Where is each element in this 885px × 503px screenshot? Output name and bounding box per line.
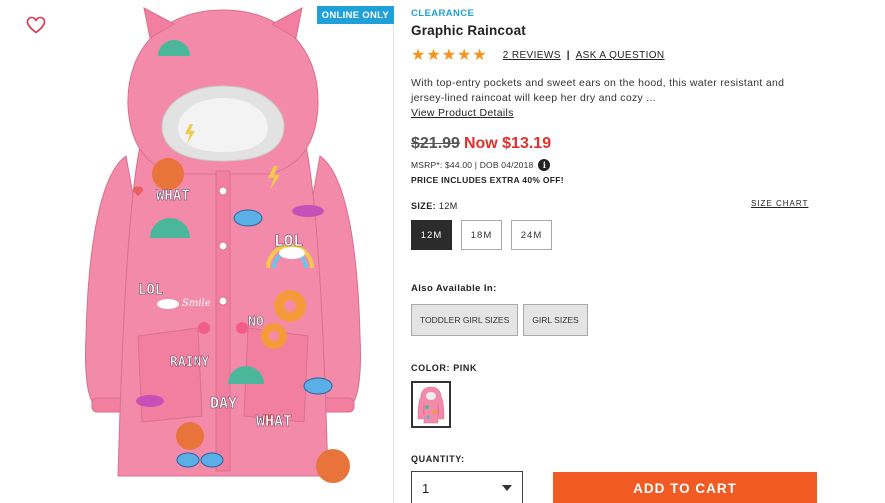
raincoat-illustration: WHAT LOL NO DAY RAINY LOL WHAT Smile bbox=[85, 7, 361, 483]
product-photo[interactable]: WHAT LOL NO DAY RAINY LOL WHAT Smile bbox=[78, 6, 368, 503]
size-options: 12M 18M 24M bbox=[411, 220, 552, 250]
price-row: $21.99 Now $13.19 bbox=[411, 135, 551, 153]
heart-outline-icon[interactable] bbox=[26, 16, 46, 34]
print-word: Smile bbox=[182, 298, 211, 309]
star-rating: ★ ★ ★ ★ ★ bbox=[411, 47, 487, 63]
caret-down-icon bbox=[502, 485, 512, 491]
quantity-label: QUANTITY: bbox=[411, 454, 465, 464]
msrp-row: MSRP*: $44.00 | DOB 04/2018 i bbox=[411, 159, 551, 171]
original-price: $21.99 bbox=[411, 135, 460, 152]
product-detail-panel: CLEARANCE Graphic Raincoat ★ ★ ★ ★ ★ 2 R… bbox=[411, 0, 885, 503]
color-label: COLOR: PINK bbox=[411, 363, 478, 373]
print-word: RAINY bbox=[170, 355, 209, 370]
add-to-cart-button[interactable]: ADD TO CART bbox=[553, 472, 817, 503]
rating-row: ★ ★ ★ ★ ★ 2 REVIEWS | ASK A QUESTION bbox=[411, 47, 665, 63]
star-icon: ★ bbox=[411, 45, 426, 64]
also-available-label: Also Available In: bbox=[411, 283, 497, 294]
print-word: DAY bbox=[210, 394, 237, 412]
ask-question-link[interactable]: ASK A QUESTION bbox=[576, 50, 665, 61]
star-icon: ★ bbox=[426, 45, 441, 64]
size-label-text: SIZE: bbox=[411, 201, 437, 211]
link-separator: | bbox=[566, 49, 570, 61]
print-word: LOL bbox=[274, 231, 303, 250]
selected-size-value: 12M bbox=[438, 201, 458, 211]
print-word: WHAT bbox=[256, 412, 292, 430]
promo-text: PRICE INCLUDES EXTRA 40% OFF! bbox=[411, 175, 564, 185]
size-option-18m[interactable]: 18M bbox=[461, 220, 502, 250]
size-label: SIZE: 12M bbox=[411, 201, 458, 211]
also-available-options: TODDLER GIRL SIZES GIRL SIZES bbox=[411, 304, 588, 336]
quantity-value: 1 bbox=[422, 480, 430, 496]
star-icon: ★ bbox=[441, 45, 457, 64]
star-icon: ★ bbox=[457, 45, 472, 64]
sale-price: Now $13.19 bbox=[463, 135, 552, 152]
star-icon: ★ bbox=[472, 45, 487, 64]
clearance-tag: CLEARANCE bbox=[411, 8, 475, 19]
color-swatch-pink[interactable] bbox=[411, 381, 451, 428]
quantity-select[interactable]: 1 bbox=[411, 471, 523, 503]
print-word: WHAT bbox=[156, 188, 190, 204]
print-word: LOL bbox=[138, 282, 163, 298]
swatch-coat-thumbnail bbox=[417, 386, 445, 423]
size-option-24m[interactable]: 24M bbox=[511, 220, 552, 250]
info-icon[interactable]: i bbox=[538, 159, 551, 171]
product-description: With top-entry pockets and sweet ears on… bbox=[411, 77, 785, 104]
girl-sizes-button[interactable]: GIRL SIZES bbox=[523, 304, 588, 336]
size-chart-link[interactable]: SIZE CHART bbox=[751, 199, 808, 208]
size-option-12m[interactable]: 12M bbox=[411, 220, 452, 250]
product-image-panel: ONLINE ONLY WHAT LOL NO DAY RAINY LOL WH… bbox=[18, 6, 394, 503]
toddler-girl-sizes-button[interactable]: TODDLER GIRL SIZES bbox=[411, 304, 519, 336]
view-product-details-link[interactable]: View Product Details bbox=[411, 107, 514, 119]
reviews-link[interactable]: 2 REVIEWS bbox=[503, 50, 561, 61]
panel-divider bbox=[393, 6, 394, 503]
print-word: NO bbox=[248, 315, 264, 330]
product-title: Graphic Raincoat bbox=[411, 23, 526, 38]
msrp-text: MSRP*: $44.00 | DOB 04/2018 bbox=[411, 160, 534, 170]
